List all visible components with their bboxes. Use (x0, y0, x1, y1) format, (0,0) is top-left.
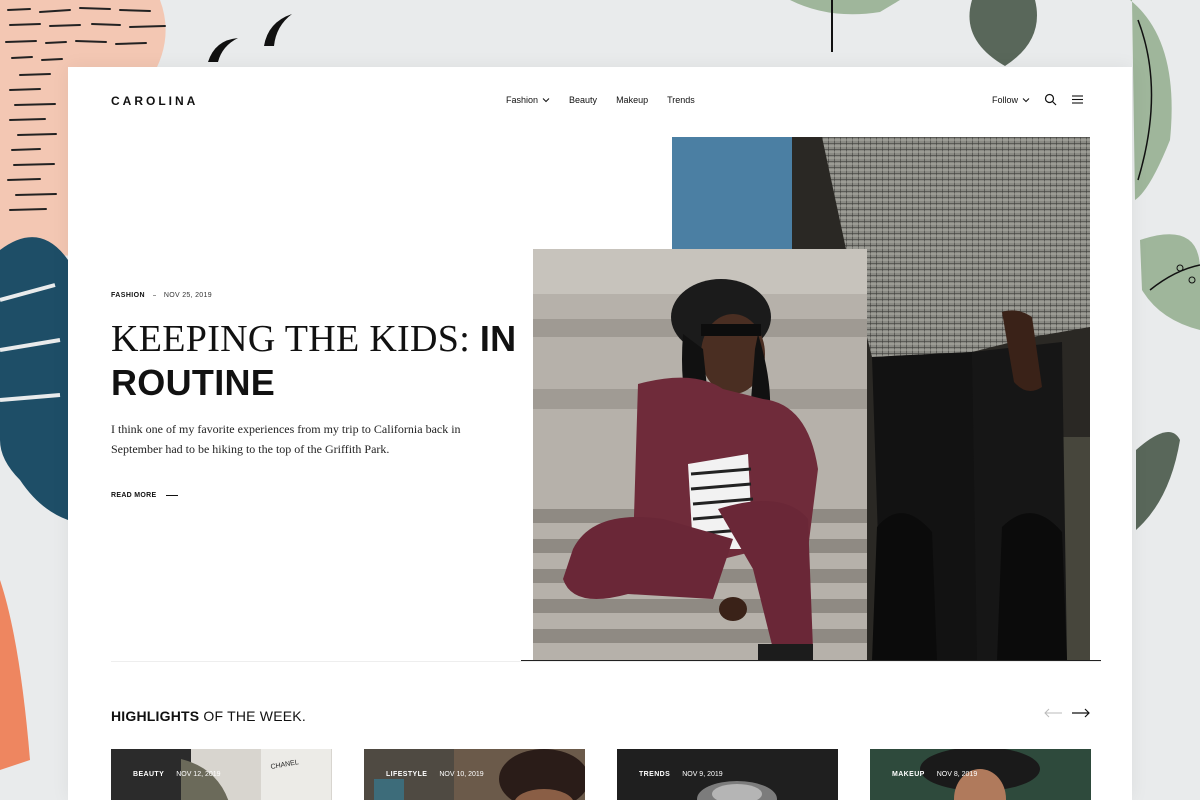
hero-photo-front (533, 249, 867, 661)
nav-item-label: Trends (667, 95, 695, 105)
main-nav: Fashion Beauty Makeup Trends (506, 95, 695, 105)
page-frame: CAROLINA Fashion Beauty Makeup Trends Fo… (68, 67, 1132, 800)
header-tools: Follow (992, 93, 1084, 106)
chevron-down-icon (1022, 97, 1030, 102)
meta-separator (152, 295, 156, 296)
read-more-line (166, 495, 179, 496)
highlight-card-beauty[interactable]: CHANEL BEAUTY NOV 12, 2019 (111, 749, 332, 800)
card-date: NOV 9, 2019 (682, 771, 723, 778)
hero-divider (111, 661, 1101, 662)
follow-label: Follow (992, 94, 1019, 105)
card-meta: TRENDS NOV 9, 2019 (639, 771, 723, 778)
follow-dropdown[interactable]: Follow (992, 95, 1030, 105)
hero-meta: FASHION NOV 25, 2019 (111, 292, 212, 299)
nav-item-label: Fashion (506, 95, 539, 105)
highlight-card-lifestyle[interactable]: LIFESTYLE NOV 10, 2019 (364, 749, 585, 800)
nav-item-beauty[interactable]: Beauty (569, 95, 597, 105)
card-category: TRENDS (639, 771, 671, 778)
card-date: NOV 12, 2019 (176, 771, 221, 778)
card-meta: LIFESTYLE NOV 10, 2019 (386, 771, 484, 778)
arrow-left-icon[interactable] (1043, 707, 1063, 719)
card-date: NOV 8, 2019 (936, 771, 978, 778)
hero-title-light: KEEPING THE KIDS: (111, 318, 480, 360)
nav-item-makeup[interactable]: Makeup (616, 95, 648, 105)
search-icon[interactable] (1044, 93, 1057, 106)
highlights-title-rest: OF THE WEEK. (199, 708, 306, 724)
carousel-arrows (1043, 707, 1091, 719)
nav-item-trends[interactable]: Trends (667, 95, 695, 105)
hero-excerpt: I think one of my favorite experiences f… (111, 422, 461, 456)
card-category: MAKEUP (892, 771, 925, 778)
highlight-card-makeup[interactable]: MAKEUP NOV 8, 2019 (870, 749, 1091, 800)
card-meta: MAKEUP NOV 8, 2019 (892, 771, 977, 778)
hero-date: NOV 25, 2019 (163, 292, 212, 299)
nav-item-label: Makeup (616, 95, 649, 105)
highlight-cards: CHANEL BEAUTY NOV 12, 2019 LIFESTYLE NOV… (111, 749, 1091, 800)
hero-title[interactable]: KEEPING THE KIDS: IN ROUTINE (111, 317, 531, 405)
hero-divider-accent (521, 660, 1101, 661)
nav-item-label: Beauty (569, 95, 598, 105)
hero-category[interactable]: FASHION (111, 292, 145, 299)
read-more-label: READ MORE (111, 492, 157, 499)
read-more-link[interactable]: READ MORE (111, 492, 179, 499)
arrow-right-icon[interactable] (1071, 707, 1091, 719)
card-category: LIFESTYLE (386, 771, 428, 778)
chevron-down-icon (542, 98, 550, 103)
highlights-title: HIGHLIGHTS OF THE WEEK. (111, 708, 306, 724)
card-category: BEAUTY (133, 771, 165, 778)
card-date: NOV 10, 2019 (439, 771, 484, 778)
card-meta: BEAUTY NOV 12, 2019 (133, 771, 221, 778)
highlights-title-bold: HIGHLIGHTS (111, 708, 200, 724)
site-logo[interactable]: CAROLINA (111, 94, 198, 108)
menu-icon[interactable] (1071, 93, 1084, 106)
highlight-card-trends[interactable]: TRENDS NOV 9, 2019 (617, 749, 838, 800)
nav-item-fashion[interactable]: Fashion (506, 95, 550, 105)
